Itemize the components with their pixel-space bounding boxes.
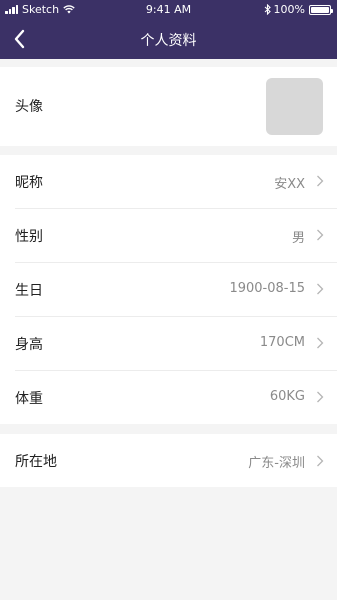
- location-value: 广东-深圳: [248, 456, 305, 471]
- birthday-label: 生日: [15, 283, 43, 299]
- height-label: 身高: [15, 337, 43, 353]
- avatar-label: 头像: [15, 99, 43, 115]
- avatar[interactable]: [266, 78, 323, 135]
- page-title: 个人资料: [140, 33, 197, 49]
- gender-label: 性别: [15, 229, 43, 245]
- chevron-right-icon: [317, 455, 324, 467]
- chevron-right-icon: [317, 391, 324, 403]
- weight-row[interactable]: 体重 60KG: [0, 371, 337, 424]
- birthday-row[interactable]: 生日 1900-08-15: [0, 263, 337, 316]
- location-card: 所在地 广东-深圳: [0, 434, 337, 487]
- battery-icon: [309, 4, 333, 15]
- avatar-card: 头像: [0, 67, 337, 146]
- birthday-value: 1900-08-15: [229, 281, 305, 296]
- chevron-right-icon: [317, 229, 324, 241]
- weight-label: 体重: [15, 391, 43, 407]
- location-row[interactable]: 所在地 广东-深圳: [0, 434, 337, 487]
- battery-percent: 100%: [273, 3, 305, 16]
- height-row[interactable]: 身高 170CM: [0, 317, 337, 370]
- status-right: 100%: [264, 3, 333, 16]
- nickname-row[interactable]: 昵称 安XX: [0, 155, 337, 208]
- chevron-right-icon: [317, 337, 324, 349]
- chevron-right-icon: [317, 175, 324, 187]
- location-label: 所在地: [15, 454, 57, 470]
- height-value: 170CM: [259, 335, 305, 350]
- avatar-row[interactable]: 头像: [0, 67, 337, 146]
- nav-bar: 个人资料: [0, 20, 337, 59]
- battery-level: [311, 6, 329, 13]
- gender-row[interactable]: 性别 男: [0, 209, 337, 262]
- chevron-right-icon: [317, 283, 324, 295]
- weight-value: 60KG: [269, 389, 305, 404]
- profile-info-card: 昵称 安XX 性别 男 生日 1900-08-15 身高 170CM 体重 60…: [0, 155, 337, 424]
- header: Sketch 9:41 AM 100% 个人资料: [0, 0, 337, 59]
- gender-value: 男: [291, 231, 305, 246]
- nickname-value: 安XX: [274, 177, 305, 192]
- status-bar: Sketch 9:41 AM 100%: [0, 0, 337, 20]
- bluetooth-icon: [264, 4, 271, 15]
- nickname-label: 昵称: [15, 175, 43, 191]
